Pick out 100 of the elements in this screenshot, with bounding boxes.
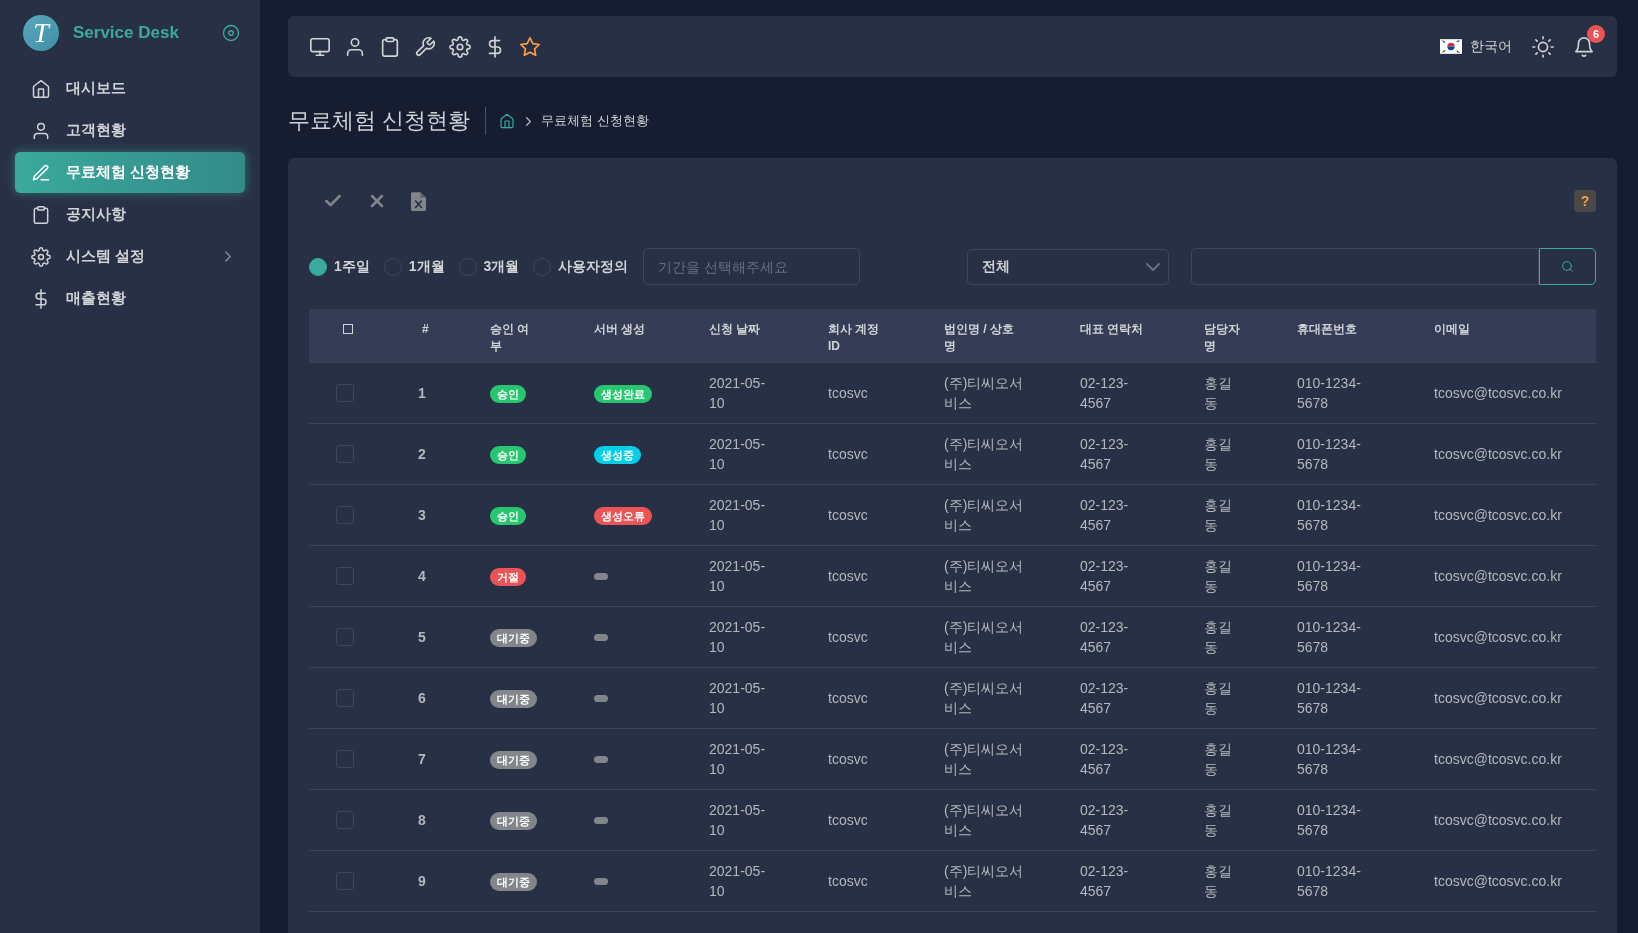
status-badge: 승인 [490, 445, 526, 464]
table-cell-text: tcosvc [828, 689, 868, 708]
sidebar-item[interactable]: 매출현황 [15, 278, 245, 319]
radio-option[interactable]: 1주일 [309, 257, 370, 276]
sidebar-item[interactable]: 시스템 설정 [15, 236, 245, 277]
table-cell-text: 2021-05-10 [709, 496, 767, 535]
row-checkbox[interactable] [336, 445, 354, 463]
table-cell-text: 2021-05-10 [709, 862, 767, 901]
status-badge: 대기중 [490, 811, 537, 830]
table-cell-text: tcosvc [828, 628, 868, 647]
search-field[interactable] [1191, 248, 1539, 285]
radio-option[interactable]: 사용자정의 [533, 257, 629, 276]
table-cell-text: 홍길동 [1204, 496, 1233, 535]
sidebar-item[interactable]: 공지사항 [15, 194, 245, 235]
row-checkbox[interactable] [336, 567, 354, 585]
language-selector[interactable]: 한국어 [1440, 37, 1512, 56]
sidebar-item[interactable]: 고객현황 [15, 110, 245, 151]
row-checkbox[interactable] [336, 872, 354, 890]
status-badge: 대기중 [490, 750, 537, 769]
search-button[interactable] [1539, 248, 1596, 285]
chevron-right-icon [526, 116, 532, 126]
table-cell-text: tcosvc [828, 811, 868, 830]
table-cell-text: 9 [418, 872, 427, 891]
settings-icon[interactable] [449, 35, 471, 58]
table-cell-text: 010-1234-5678 [1297, 374, 1362, 413]
table-cell-text: 홍길동 [1204, 679, 1233, 718]
table-cell-text: 02-123-4567 [1080, 557, 1130, 596]
table-cell-text: 2021-05-10 [709, 740, 767, 779]
table-cell-text: 2021-05-10 [709, 618, 767, 657]
flag-icon [1440, 39, 1462, 54]
date-range-field[interactable]: 기간을 선택해주세요 [643, 248, 861, 285]
row-checkbox[interactable] [336, 750, 354, 768]
table-cell-text: 010-1234-5678 [1297, 618, 1362, 657]
notification-badge: 6 [1587, 24, 1605, 43]
table-cell-text: 010-1234-5678 [1297, 496, 1362, 535]
column-header: 대표 연락처 [1080, 321, 1144, 338]
wrench-icon[interactable] [414, 35, 436, 58]
search-icon [1561, 260, 1574, 273]
spreadsheet-file-icon[interactable] [411, 191, 426, 211]
status-badge: 승인 [490, 506, 526, 525]
radio-icon[interactable] [309, 257, 327, 276]
settings-icon [31, 246, 51, 267]
status-badge: 승인 [490, 384, 526, 403]
brand-logo: T [23, 15, 59, 51]
column-header: 휴대폰번호 [1297, 321, 1357, 338]
star-icon[interactable] [519, 35, 541, 58]
row-checkbox[interactable] [336, 384, 354, 402]
table-cell-text: 010-1234-5678 [1297, 435, 1362, 474]
table-cell-text: 02-123-4567 [1080, 374, 1130, 413]
sun-icon[interactable] [1532, 35, 1554, 58]
column-header: # [421, 321, 429, 338]
status-badge: 생성오류 [594, 506, 652, 525]
table-cell-text: (주)티씨오서비스 [944, 801, 1025, 840]
sidebar-item[interactable]: 무료체험 신청현황 [15, 152, 245, 193]
ring-dot-icon[interactable] [222, 24, 240, 42]
radio-option[interactable]: 1개월 [383, 257, 445, 276]
table-cell-text: 2021-05-10 [709, 557, 767, 596]
table-cell-text: tcosvc@tcosvc.co.kr [1434, 872, 1562, 891]
table-cell-text: tcosvc [828, 872, 868, 891]
row-checkbox[interactable] [336, 506, 354, 524]
home-icon[interactable] [499, 113, 516, 129]
table-cell-text: 홍길동 [1204, 618, 1233, 657]
select-all-checkbox[interactable] [343, 324, 353, 334]
table-cell-text: tcosvc@tcosvc.co.kr [1434, 750, 1562, 769]
table-cell-text: tcosvc@tcosvc.co.kr [1434, 384, 1562, 403]
clipboard-icon[interactable] [379, 35, 401, 58]
row-checkbox[interactable] [336, 628, 354, 646]
category-select[interactable]: 전체 [967, 248, 1169, 285]
column-header: 회사 계정 ID [828, 321, 881, 355]
radio-option[interactable]: 3개월 [458, 257, 520, 276]
app-name: Service Desk [73, 23, 179, 43]
table-cell-text: 홍길동 [1204, 435, 1233, 474]
sidebar-item[interactable]: 대시보드 [15, 68, 245, 109]
table-cell-text: 2021-05-10 [709, 801, 767, 840]
column-header: 승인 여부 [490, 321, 531, 355]
bell-icon[interactable] [1573, 35, 1595, 58]
table-cell-text: 홍길동 [1204, 557, 1233, 596]
table-cell-text: 02-123-4567 [1080, 496, 1130, 535]
table-cell-text: 홍길동 [1204, 740, 1233, 779]
monitor-icon[interactable] [309, 35, 331, 58]
table-cell-text: 02-123-4567 [1080, 801, 1130, 840]
table-cell-text: 2021-05-10 [709, 435, 767, 474]
status-badge: 생성완료 [594, 384, 652, 403]
table-cell-text: 010-1234-5678 [1297, 557, 1362, 596]
table-cell-text: tcosvc@tcosvc.co.kr [1434, 811, 1562, 830]
row-checkbox[interactable] [336, 811, 354, 829]
table-cell-text: 5 [418, 628, 427, 647]
table-cell-text: 8 [418, 811, 427, 830]
user-icon[interactable] [344, 35, 366, 58]
help-button[interactable]: ? [1574, 190, 1596, 212]
table-cell-text: (주)티씨오서비스 [944, 862, 1025, 901]
column-header: 담당자명 [1204, 321, 1241, 355]
table-cell-text: 010-1234-5678 [1297, 862, 1362, 901]
table-cell-text: tcosvc@tcosvc.co.kr [1434, 628, 1562, 647]
row-checkbox[interactable] [336, 689, 354, 707]
table-cell-text: tcosvc [828, 506, 868, 525]
page-title: 무료체험 신청현황 [288, 107, 471, 135]
clipboard-icon [31, 204, 51, 225]
table-cell-text: (주)티씨오서비스 [944, 679, 1025, 718]
table-cell-text: 7 [418, 750, 427, 769]
